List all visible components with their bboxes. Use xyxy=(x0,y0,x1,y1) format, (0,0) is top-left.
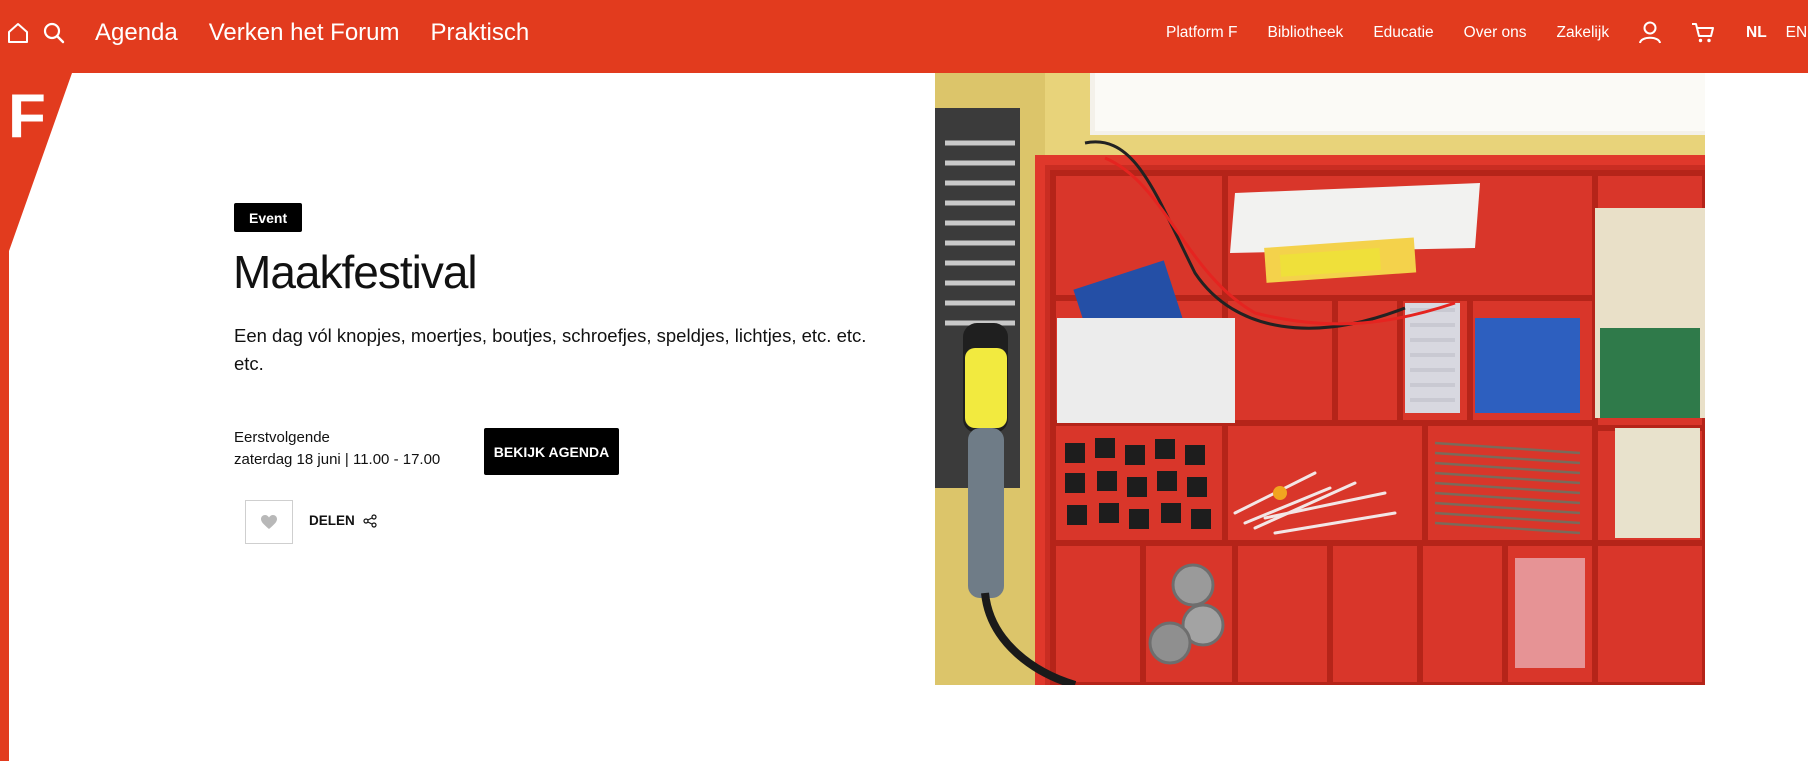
favorite-button[interactable] xyxy=(245,500,293,544)
nav-over-ons[interactable]: Over ons xyxy=(1464,24,1527,42)
heart-icon xyxy=(261,515,277,529)
next-occurrence-label: Eerstvolgende xyxy=(234,429,330,446)
page-title: Maakfestival xyxy=(233,246,478,298)
event-hero-image xyxy=(935,73,1705,685)
main-navigation: Agenda Verken het Forum Praktisch xyxy=(95,0,529,66)
nav-verken-het-forum[interactable]: Verken het Forum xyxy=(209,19,400,47)
cart-icon[interactable] xyxy=(1690,19,1716,45)
nav-bibliotheek[interactable]: Bibliotheek xyxy=(1267,24,1343,42)
search-icon[interactable] xyxy=(41,20,67,46)
forum-logo[interactable]: F xyxy=(0,73,74,253)
view-agenda-button[interactable]: BEKIJK AGENDA xyxy=(484,428,619,475)
language-switcher: NL EN xyxy=(1746,0,1807,66)
nav-educatie[interactable]: Educatie xyxy=(1373,24,1433,42)
top-navigation-bar: Agenda Verken het Forum Praktisch Platfo… xyxy=(0,0,1808,73)
user-icon[interactable] xyxy=(1637,19,1663,45)
home-icon[interactable] xyxy=(5,20,31,46)
nav-platform-f[interactable]: Platform F xyxy=(1166,24,1237,42)
language-nl[interactable]: NL xyxy=(1746,24,1767,42)
next-occurrence-date: zaterdag 18 juni | 11.00 - 17.00 xyxy=(234,451,441,468)
secondary-navigation: Platform F Bibliotheek Educatie Over ons… xyxy=(1166,0,1609,66)
nav-agenda[interactable]: Agenda xyxy=(95,19,178,47)
logo-letter: F xyxy=(8,82,46,151)
nav-zakelijk[interactable]: Zakelijk xyxy=(1557,24,1610,42)
language-en[interactable]: EN xyxy=(1786,24,1808,42)
share-button[interactable]: DELEN xyxy=(309,513,377,528)
nav-praktisch[interactable]: Praktisch xyxy=(431,19,530,47)
event-description: Een dag vól knopjes, moertjes, boutjes, … xyxy=(234,325,867,374)
share-label: DELEN xyxy=(309,513,355,528)
share-icon xyxy=(363,513,377,528)
event-type-badge: Event xyxy=(234,203,303,232)
